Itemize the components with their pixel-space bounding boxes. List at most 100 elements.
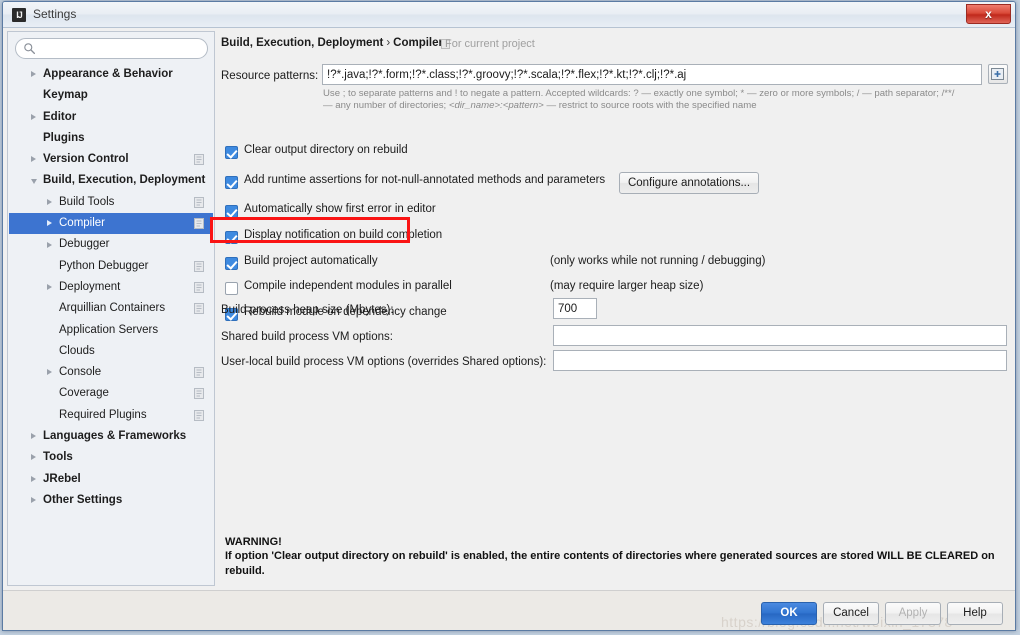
intellij-logo-icon: IJ <box>12 8 26 22</box>
chevron-right-icon[interactable] <box>31 454 36 461</box>
checkbox-add-runtime-assertions-for-not-null-anno[interactable] <box>225 176 238 189</box>
chevron-right-icon[interactable] <box>31 113 36 120</box>
checkbox-automatically-show-first-error-in-editor[interactable] <box>225 205 238 218</box>
resource-patterns-input[interactable] <box>322 64 982 85</box>
settings-sidebar: Appearance & Behavior Keymap Editor Plugins… <box>7 31 215 586</box>
sidebar-item-languages-frameworks[interactable]: Languages & Frameworks <box>9 426 213 447</box>
add-pattern-button[interactable] <box>988 64 1008 84</box>
heap-size-input[interactable] <box>553 298 597 319</box>
apply-label: Apply <box>898 607 928 619</box>
cancel-label: Cancel <box>833 607 869 619</box>
ok-button[interactable]: OK <box>761 602 817 625</box>
sidebar-item-label: Languages & Frameworks <box>43 430 187 443</box>
sidebar-item-build-tools[interactable]: Build Tools <box>9 192 213 213</box>
warning-body: If option 'Clear output directory on reb… <box>225 550 995 577</box>
sidebar-item-compiler[interactable]: Compiler <box>9 213 213 235</box>
project-scope-icon <box>194 260 204 272</box>
chevron-right-icon[interactable] <box>47 284 52 291</box>
sidebar-item-jrebel[interactable]: JRebel <box>9 469 213 490</box>
sidebar-item-debugger[interactable]: Debugger <box>9 234 213 255</box>
sidebar-item-label: JRebel <box>43 472 81 485</box>
sidebar-item-label: Console <box>59 366 102 379</box>
sidebar-item-console[interactable]: Console <box>9 362 213 383</box>
help-button[interactable]: Help <box>947 602 1003 625</box>
sidebar-item-label: Version Control <box>43 153 129 166</box>
sidebar-item-label: Keymap <box>43 89 88 102</box>
sidebar-item-clouds[interactable]: Clouds <box>9 341 213 362</box>
chevron-right-icon[interactable] <box>31 156 36 163</box>
title-bar: IJ Settings x <box>3 2 1015 28</box>
sidebar-item-arquillian-containers[interactable]: Arquillian Containers <box>9 298 213 319</box>
checkbox-compile-independent-modules-in-parallel[interactable] <box>225 282 238 295</box>
checkbox-label: Clear output directory on rebuild <box>244 144 408 156</box>
project-scope-icon <box>194 367 204 379</box>
sidebar-item-coverage[interactable]: Coverage <box>9 383 213 404</box>
checkbox-note: (only works while not running / debuggin… <box>550 255 766 267</box>
pattern-hint-line2: — any number of directories; <dir_name>:… <box>323 100 757 112</box>
shared-vm-options-label: Shared build process VM options: <box>221 331 393 343</box>
chevron-right-icon[interactable] <box>31 475 36 482</box>
sidebar-item-editor[interactable]: Editor <box>9 107 213 128</box>
sidebar-item-label: Required Plugins <box>59 408 147 421</box>
close-icon: x <box>985 7 992 21</box>
checkbox-note: (may require larger heap size) <box>550 280 704 292</box>
apply-button[interactable]: Apply <box>885 602 941 625</box>
user-vm-options-input[interactable] <box>553 350 1007 371</box>
breadcrumb: Build, Execution, Deployment › Compiler <box>221 37 443 49</box>
sidebar-item-tools[interactable]: Tools <box>9 447 213 468</box>
chevron-right-icon[interactable] <box>31 71 36 78</box>
sidebar-item-label: Coverage <box>59 387 109 400</box>
sidebar-item-required-plugins[interactable]: Required Plugins <box>9 405 213 426</box>
checkbox-display-notification-on-build-completion[interactable] <box>225 231 238 244</box>
sidebar-item-build-execution-deployment[interactable]: Build, Execution, Deployment <box>9 170 213 191</box>
sidebar-item-label: Other Settings <box>43 493 123 506</box>
chevron-right-icon[interactable] <box>47 198 52 205</box>
breadcrumb-root: Build, Execution, Deployment <box>221 37 384 49</box>
chevron-right-icon[interactable] <box>47 369 52 376</box>
heap-size-label: Build process heap size (Mbytes): <box>221 304 394 316</box>
checkbox-clear-output-directory-on-rebuild[interactable] <box>225 146 238 159</box>
chevron-right-icon[interactable] <box>31 497 36 504</box>
sidebar-item-deployment[interactable]: Deployment <box>9 277 213 298</box>
sidebar-item-application-servers[interactable]: Application Servers <box>9 320 213 341</box>
ok-label: OK <box>780 607 798 619</box>
project-scope-icon <box>194 154 204 166</box>
sidebar-item-label: Deployment <box>59 280 121 293</box>
project-scope-icon <box>194 409 204 421</box>
breadcrumb-leaf: Compiler <box>393 37 443 49</box>
sidebar-item-plugins[interactable]: Plugins <box>9 128 213 149</box>
sidebar-item-python-debugger[interactable]: Python Debugger <box>9 256 213 277</box>
chevron-right-icon[interactable] <box>47 241 52 248</box>
chevron-right-icon[interactable] <box>47 220 52 227</box>
add-icon <box>991 68 1004 80</box>
project-scope-icon <box>194 388 204 400</box>
chevron-down-icon[interactable] <box>31 178 37 187</box>
chevron-right-icon[interactable] <box>31 433 36 440</box>
checkbox-label: Display notification on build completion <box>244 229 443 241</box>
user-vm-options-label: User-local build process VM options (ove… <box>221 356 547 368</box>
dialog-content: Appearance & Behavior Keymap Editor Plugins… <box>3 28 1015 590</box>
checkbox-build-project-automatically[interactable] <box>225 257 238 270</box>
cancel-button[interactable]: Cancel <box>823 602 879 625</box>
search-container <box>15 38 208 59</box>
shared-vm-options-input[interactable] <box>553 325 1007 346</box>
checkbox-label: Automatically show first error in editor <box>244 203 436 215</box>
sidebar-item-label: Application Servers <box>59 323 159 336</box>
configure-annotations-label: Configure annotations... <box>627 177 751 189</box>
pattern-hint-line2-a: — any number of directories; <box>323 100 449 111</box>
breadcrumb-separator: › <box>386 37 391 49</box>
sidebar-item-version-control[interactable]: Version Control <box>9 149 213 170</box>
help-label: Help <box>963 607 987 619</box>
sidebar-item-other-settings[interactable]: Other Settings <box>9 490 213 511</box>
compiler-settings-panel: Build, Execution, Deployment › Compiler Fo… <box>217 31 1013 586</box>
pattern-hint-line2-c: — restrict to source roots with the spec… <box>543 100 757 111</box>
sidebar-item-label: Build, Execution, Deployment <box>43 174 206 187</box>
checkbox-label: Add runtime assertions for not-null-anno… <box>244 174 606 186</box>
settings-tree[interactable]: Appearance & Behavior Keymap Editor Plugins… <box>9 64 213 584</box>
sidebar-item-keymap[interactable]: Keymap <box>9 85 213 106</box>
sidebar-item-appearance-behavior[interactable]: Appearance & Behavior <box>9 64 213 85</box>
sidebar-item-label: Debugger <box>59 238 110 251</box>
configure-annotations-button[interactable]: Configure annotations... <box>619 172 759 194</box>
close-button[interactable]: x <box>966 4 1011 24</box>
search-input[interactable] <box>15 38 208 59</box>
